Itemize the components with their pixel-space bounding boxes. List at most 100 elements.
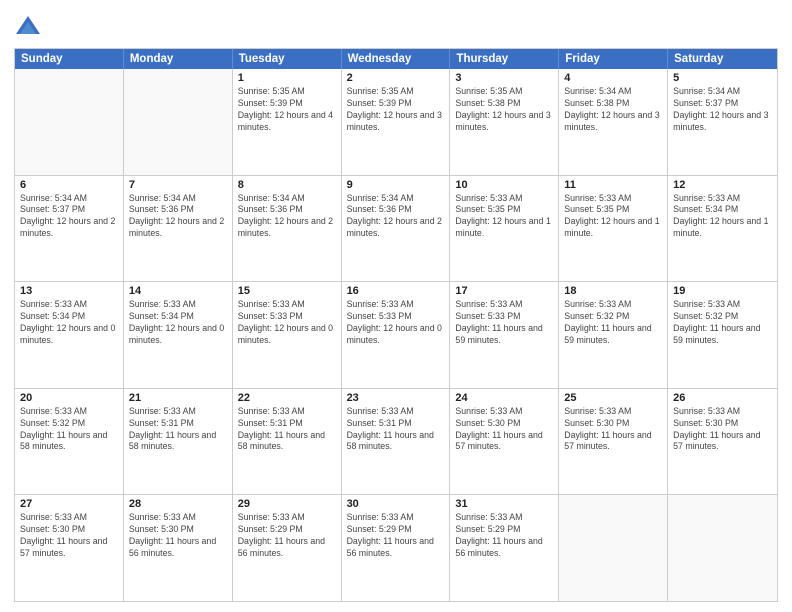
calendar-day-18: 18 Sunrise: 5:33 AMSunset: 5:32 PMDayligh… bbox=[559, 282, 668, 388]
calendar-day-23: 23 Sunrise: 5:33 AMSunset: 5:31 PMDayligh… bbox=[342, 389, 451, 495]
day-info: Sunrise: 5:33 AMSunset: 5:30 PMDaylight:… bbox=[20, 512, 118, 560]
calendar-day-12: 12 Sunrise: 5:33 AMSunset: 5:34 PMDayligh… bbox=[668, 176, 777, 282]
day-number: 23 bbox=[347, 392, 445, 404]
day-info: Sunrise: 5:33 AMSunset: 5:34 PMDaylight:… bbox=[673, 193, 772, 241]
calendar-day-15: 15 Sunrise: 5:33 AMSunset: 5:33 PMDayligh… bbox=[233, 282, 342, 388]
day-number: 12 bbox=[673, 179, 772, 191]
day-number: 24 bbox=[455, 392, 553, 404]
calendar-day-25: 25 Sunrise: 5:33 AMSunset: 5:30 PMDayligh… bbox=[559, 389, 668, 495]
weekday-header-thursday: Thursday bbox=[450, 49, 559, 69]
day-info: Sunrise: 5:33 AMSunset: 5:30 PMDaylight:… bbox=[564, 406, 662, 454]
day-info: Sunrise: 5:33 AMSunset: 5:29 PMDaylight:… bbox=[238, 512, 336, 560]
day-number: 21 bbox=[129, 392, 227, 404]
day-number: 16 bbox=[347, 285, 445, 297]
day-number: 29 bbox=[238, 498, 336, 510]
calendar-day-3: 3Sunrise: 5:35 AMSunset: 5:38 PMDaylight… bbox=[450, 69, 559, 175]
calendar-day-1: 1 Sunrise: 5:35 AMSunset: 5:39 PMDaylight… bbox=[233, 69, 342, 175]
calendar-day-20: 20 Sunrise: 5:33 AMSunset: 5:32 PMDayligh… bbox=[15, 389, 124, 495]
calendar-day-empty bbox=[15, 69, 124, 175]
calendar: SundayMondayTuesdayWednesdayThursdayFrid… bbox=[14, 48, 778, 602]
calendar-day-29: 29 Sunrise: 5:33 AMSunset: 5:29 PMDayligh… bbox=[233, 495, 342, 601]
day-info: Sunrise: 5:33 AMSunset: 5:31 PMDaylight:… bbox=[347, 406, 445, 454]
day-info: Sunrise: 5:34 AMSunset: 5:36 PMDaylight:… bbox=[129, 193, 227, 241]
weekday-header-saturday: Saturday bbox=[668, 49, 777, 69]
day-number: 10 bbox=[455, 179, 553, 191]
day-info: Sunrise: 5:33 AMSunset: 5:30 PMDaylight:… bbox=[673, 406, 772, 454]
day-info: Sunrise: 5:34 AMSunset: 5:36 PMDaylight:… bbox=[347, 193, 445, 241]
day-info: Sunrise: 5:33 AMSunset: 5:33 PMDaylight:… bbox=[347, 299, 445, 347]
day-number: 2 bbox=[347, 72, 445, 84]
day-info: Sunrise: 5:33 AMSunset: 5:29 PMDaylight:… bbox=[347, 512, 445, 560]
calendar-body: 1 Sunrise: 5:35 AMSunset: 5:39 PMDaylight… bbox=[15, 69, 777, 601]
calendar-row-3: 13 Sunrise: 5:33 AMSunset: 5:34 PMDayligh… bbox=[15, 281, 777, 388]
calendar-day-8: 8 Sunrise: 5:34 AMSunset: 5:36 PMDaylight… bbox=[233, 176, 342, 282]
day-info: Sunrise: 5:33 AMSunset: 5:34 PMDaylight:… bbox=[129, 299, 227, 347]
day-number: 9 bbox=[347, 179, 445, 191]
day-number: 15 bbox=[238, 285, 336, 297]
weekday-header-sunday: Sunday bbox=[15, 49, 124, 69]
day-info: Sunrise: 5:34 AMSunset: 5:37 PMDaylight:… bbox=[673, 86, 772, 134]
day-info: Sunrise: 5:33 AMSunset: 5:32 PMDaylight:… bbox=[20, 406, 118, 454]
day-info: Sunrise: 5:33 AMSunset: 5:33 PMDaylight:… bbox=[238, 299, 336, 347]
day-info: Sunrise: 5:33 AMSunset: 5:33 PMDaylight:… bbox=[455, 299, 553, 347]
calendar-day-22: 22Sunrise: 5:33 AMSunset: 5:31 PMDayligh… bbox=[233, 389, 342, 495]
day-info: Sunrise: 5:33 AMSunset: 5:31 PMDaylight:… bbox=[238, 406, 336, 454]
header bbox=[14, 10, 778, 42]
calendar-day-10: 10 Sunrise: 5:33 AMSunset: 5:35 PMDayligh… bbox=[450, 176, 559, 282]
calendar-day-24: 24 Sunrise: 5:33 AMSunset: 5:30 PMDayligh… bbox=[450, 389, 559, 495]
day-number: 1 bbox=[238, 72, 336, 84]
day-info: Sunrise: 5:33 AMSunset: 5:30 PMDaylight:… bbox=[455, 406, 553, 454]
calendar-day-28: 28Sunrise: 5:33 AMSunset: 5:30 PMDayligh… bbox=[124, 495, 233, 601]
calendar-day-27: 27Sunrise: 5:33 AMSunset: 5:30 PMDayligh… bbox=[15, 495, 124, 601]
weekday-header-wednesday: Wednesday bbox=[342, 49, 451, 69]
calendar-header: SundayMondayTuesdayWednesdayThursdayFrid… bbox=[15, 49, 777, 69]
day-number: 14 bbox=[129, 285, 227, 297]
calendar-day-empty bbox=[668, 495, 777, 601]
day-info: Sunrise: 5:33 AMSunset: 5:30 PMDaylight:… bbox=[129, 512, 227, 560]
day-number: 31 bbox=[455, 498, 553, 510]
calendar-day-9: 9 Sunrise: 5:34 AMSunset: 5:36 PMDaylight… bbox=[342, 176, 451, 282]
day-number: 18 bbox=[564, 285, 662, 297]
day-number: 19 bbox=[673, 285, 772, 297]
day-number: 20 bbox=[20, 392, 118, 404]
day-info: Sunrise: 5:33 AMSunset: 5:32 PMDaylight:… bbox=[673, 299, 772, 347]
calendar-day-17: 17 Sunrise: 5:33 AMSunset: 5:33 PMDayligh… bbox=[450, 282, 559, 388]
day-number: 6 bbox=[20, 179, 118, 191]
day-info: Sunrise: 5:33 AMSunset: 5:29 PMDaylight:… bbox=[455, 512, 553, 560]
calendar-day-5: 5 Sunrise: 5:34 AMSunset: 5:37 PMDaylight… bbox=[668, 69, 777, 175]
calendar-day-6: 6 Sunrise: 5:34 AMSunset: 5:37 PMDaylight… bbox=[15, 176, 124, 282]
day-number: 17 bbox=[455, 285, 553, 297]
day-number: 5 bbox=[673, 72, 772, 84]
day-number: 11 bbox=[564, 179, 662, 191]
calendar-day-14: 14 Sunrise: 5:33 AMSunset: 5:34 PMDayligh… bbox=[124, 282, 233, 388]
calendar-day-21: 21 Sunrise: 5:33 AMSunset: 5:31 PMDayligh… bbox=[124, 389, 233, 495]
day-info: Sunrise: 5:34 AMSunset: 5:36 PMDaylight:… bbox=[238, 193, 336, 241]
day-number: 25 bbox=[564, 392, 662, 404]
calendar-row-5: 27Sunrise: 5:33 AMSunset: 5:30 PMDayligh… bbox=[15, 494, 777, 601]
day-info: Sunrise: 5:35 AMSunset: 5:38 PMDaylight:… bbox=[455, 86, 553, 134]
day-number: 7 bbox=[129, 179, 227, 191]
logo-icon bbox=[14, 14, 42, 42]
calendar-day-19: 19 Sunrise: 5:33 AMSunset: 5:32 PMDayligh… bbox=[668, 282, 777, 388]
calendar-row-1: 1 Sunrise: 5:35 AMSunset: 5:39 PMDaylight… bbox=[15, 69, 777, 175]
calendar-day-11: 11Sunrise: 5:33 AMSunset: 5:35 PMDayligh… bbox=[559, 176, 668, 282]
day-info: Sunrise: 5:35 AMSunset: 5:39 PMDaylight:… bbox=[238, 86, 336, 134]
calendar-day-empty bbox=[559, 495, 668, 601]
calendar-day-2: 2 Sunrise: 5:35 AMSunset: 5:39 PMDaylight… bbox=[342, 69, 451, 175]
day-info: Sunrise: 5:33 AMSunset: 5:31 PMDaylight:… bbox=[129, 406, 227, 454]
logo bbox=[14, 14, 46, 42]
page: SundayMondayTuesdayWednesdayThursdayFrid… bbox=[0, 0, 792, 612]
day-info: Sunrise: 5:33 AMSunset: 5:35 PMDaylight:… bbox=[455, 193, 553, 241]
day-number: 8 bbox=[238, 179, 336, 191]
day-info: Sunrise: 5:34 AMSunset: 5:38 PMDaylight:… bbox=[564, 86, 662, 134]
day-info: Sunrise: 5:33 AMSunset: 5:32 PMDaylight:… bbox=[564, 299, 662, 347]
calendar-day-16: 16 Sunrise: 5:33 AMSunset: 5:33 PMDayligh… bbox=[342, 282, 451, 388]
weekday-header-friday: Friday bbox=[559, 49, 668, 69]
day-info: Sunrise: 5:35 AMSunset: 5:39 PMDaylight:… bbox=[347, 86, 445, 134]
calendar-day-31: 31 Sunrise: 5:33 AMSunset: 5:29 PMDayligh… bbox=[450, 495, 559, 601]
weekday-header-tuesday: Tuesday bbox=[233, 49, 342, 69]
calendar-day-empty bbox=[124, 69, 233, 175]
day-number: 4 bbox=[564, 72, 662, 84]
day-info: Sunrise: 5:34 AMSunset: 5:37 PMDaylight:… bbox=[20, 193, 118, 241]
day-number: 13 bbox=[20, 285, 118, 297]
